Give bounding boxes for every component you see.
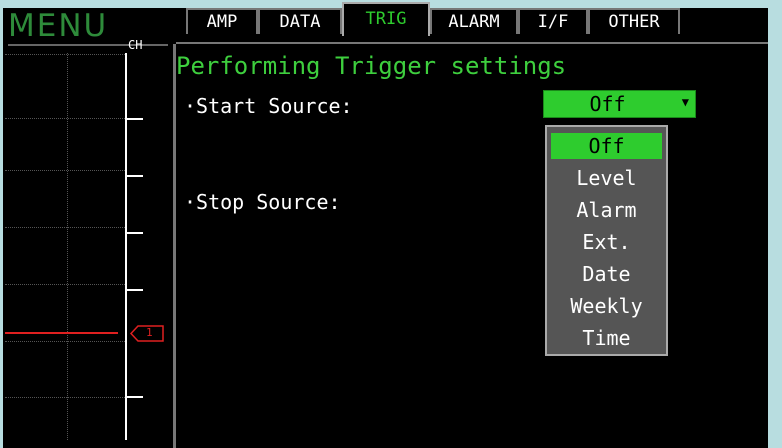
dropdown-option-off[interactable]: Off xyxy=(551,133,662,159)
dropdown-option-alarm[interactable]: Alarm xyxy=(551,197,662,223)
menu-title: MENU xyxy=(8,8,109,44)
tab-trig[interactable]: TRIG xyxy=(342,2,430,36)
dropdown-option-weekly[interactable]: Weekly xyxy=(551,293,662,319)
start-source-dropdown: Off Level Alarm Ext. Date Weekly Time xyxy=(545,125,668,356)
grid-line xyxy=(5,397,125,398)
dropdown-option-level[interactable]: Level xyxy=(551,165,662,191)
axis-tick xyxy=(127,289,143,291)
tab-data[interactable]: DATA xyxy=(258,8,342,34)
start-source-label: ·Start Source: xyxy=(184,94,353,118)
content-border xyxy=(173,44,176,448)
axis-tick xyxy=(127,118,143,120)
channel-trace xyxy=(5,332,118,334)
grid-line xyxy=(5,170,125,171)
dropdown-option-date[interactable]: Date xyxy=(551,261,662,287)
tab-divider xyxy=(176,42,768,44)
start-source-value: Off xyxy=(589,92,626,116)
grid-line xyxy=(5,341,125,342)
waveform-axis xyxy=(125,53,127,440)
grid-line xyxy=(5,54,125,55)
tab-amp[interactable]: AMP xyxy=(186,8,258,34)
axis-tick xyxy=(127,232,143,234)
menu-divider xyxy=(8,44,168,46)
start-source-select[interactable]: Off ▼ xyxy=(543,90,696,118)
grid-line xyxy=(67,53,68,440)
tab-if[interactable]: I/F xyxy=(518,8,588,34)
stop-source-label: ·Stop Source: xyxy=(184,190,341,214)
dropdown-option-ext[interactable]: Ext. xyxy=(551,229,662,255)
tab-alarm[interactable]: ALARM xyxy=(430,8,518,34)
screen-frame-right xyxy=(768,0,782,448)
channel-header: CH xyxy=(128,38,143,52)
waveform-grid xyxy=(5,53,125,440)
dropdown-arrow-icon: ▼ xyxy=(681,95,689,109)
grid-line xyxy=(5,284,125,285)
grid-line xyxy=(5,118,125,119)
channel-marker-label: 1 xyxy=(146,326,153,339)
page-title: Performing Trigger settings xyxy=(176,52,567,80)
axis-tick xyxy=(127,175,143,177)
grid-line xyxy=(5,227,125,228)
tab-other[interactable]: OTHER xyxy=(588,8,680,34)
axis-tick xyxy=(127,396,143,398)
dropdown-option-time[interactable]: Time xyxy=(551,325,662,351)
